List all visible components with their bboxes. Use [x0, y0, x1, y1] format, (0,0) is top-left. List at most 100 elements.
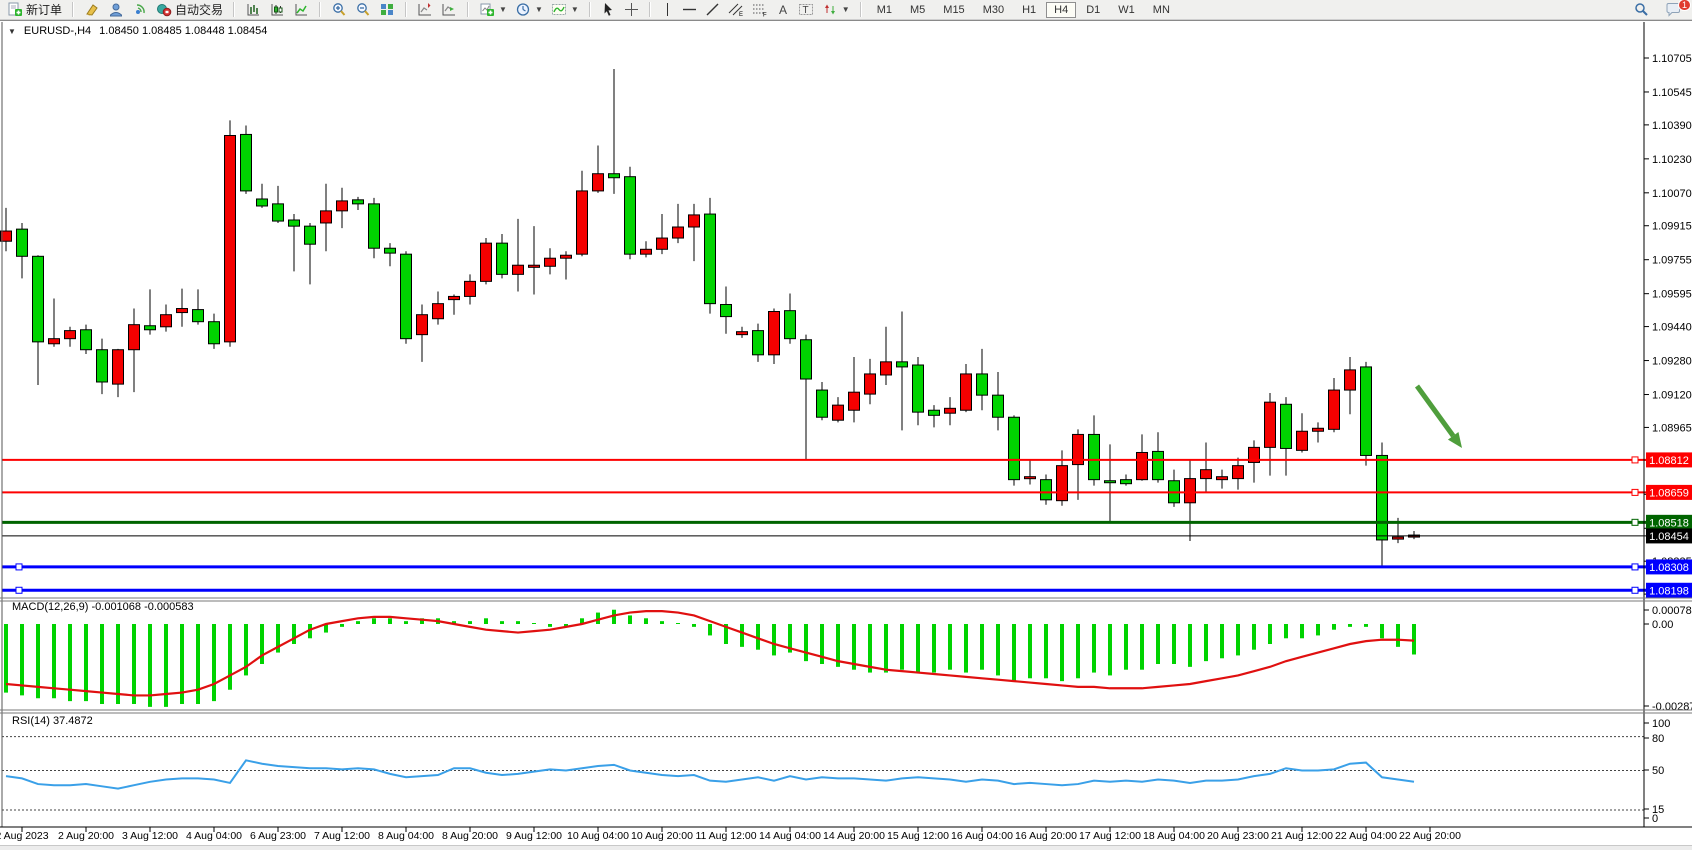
- time-axis-label: 10 Aug 20:00: [631, 830, 693, 842]
- chart-canvas: 1.107051.105451.103901.102301.100701.099…: [0, 0, 1692, 849]
- time-axis-label: 8 Aug 20:00: [442, 830, 498, 842]
- time-axis-label: 21 Aug 12:00: [1271, 830, 1333, 842]
- time-axis-label: 22 Aug 04:00: [1335, 830, 1397, 842]
- candle-body: [1217, 477, 1228, 480]
- candle-body: [1393, 537, 1404, 539]
- time-axis-label: 16 Aug 20:00: [1015, 830, 1077, 842]
- price-axis-label: 1.09120: [1652, 390, 1692, 402]
- candle-body: [1121, 480, 1132, 484]
- macd-axis-label: -0.002871: [1652, 701, 1692, 713]
- candle-body: [161, 315, 172, 327]
- rsi-axis-label: 80: [1652, 733, 1664, 745]
- candle-body: [81, 330, 92, 350]
- level-price-label: 1.08812: [1649, 455, 1689, 467]
- candle-body: [657, 238, 668, 249]
- candle-body: [1265, 402, 1276, 447]
- level-price-label: 1.08308: [1649, 562, 1689, 574]
- time-axis-label: 22 Aug 20:00: [1399, 830, 1461, 842]
- candle-body: [129, 325, 140, 350]
- candle-body: [545, 258, 556, 266]
- candle-body: [177, 309, 188, 313]
- price-axis-label: 1.09755: [1652, 255, 1692, 267]
- candle-body: [417, 315, 428, 335]
- price-axis-label: 1.09595: [1652, 289, 1692, 301]
- time-axis-label: 3 Aug 12:00: [122, 830, 178, 842]
- candle-body: [1297, 431, 1308, 450]
- candle-body: [433, 304, 444, 319]
- rsi-axis-label: 0: [1652, 813, 1658, 825]
- candle-body: [225, 135, 236, 341]
- mt4-window: 新订单: [0, 0, 1692, 849]
- time-axis-label: 15 Aug 12:00: [887, 830, 949, 842]
- candle-body: [369, 204, 380, 248]
- price-axis-label: 1.10705: [1652, 53, 1692, 65]
- price-axis-label: 1.08965: [1652, 422, 1692, 434]
- candle-body: [529, 265, 540, 267]
- candle-body: [1153, 451, 1164, 479]
- candle-body: [1185, 479, 1196, 503]
- candle-body: [289, 220, 300, 226]
- time-axis-label: 6 Aug 23:00: [250, 830, 306, 842]
- price-axis-label: 1.10230: [1652, 154, 1692, 166]
- candle-body: [1009, 417, 1020, 479]
- line-handle[interactable]: [1632, 489, 1638, 495]
- line-handle[interactable]: [16, 587, 22, 593]
- level-price-label: 1.08518: [1649, 517, 1689, 529]
- candle-body: [385, 248, 396, 253]
- candle-body: [737, 332, 748, 335]
- candle-body: [33, 256, 44, 342]
- rsi-axis-label: 50: [1652, 765, 1664, 777]
- candle-body: [257, 199, 268, 206]
- candle-body: [449, 296, 460, 299]
- candle-body: [705, 214, 716, 304]
- candle-body: [1377, 455, 1388, 540]
- candle-body: [97, 350, 108, 382]
- chart-dropdown-icon[interactable]: ▼: [8, 27, 16, 36]
- candle-body: [353, 200, 364, 204]
- line-handle[interactable]: [1632, 519, 1638, 525]
- candle-body: [1089, 434, 1100, 479]
- time-axis-label: 2 Aug 20:00: [58, 830, 114, 842]
- candle-body: [497, 243, 508, 274]
- candle-body: [977, 374, 988, 395]
- candle-body: [961, 374, 972, 410]
- macd-axis-label: 0.00078: [1652, 605, 1692, 617]
- candle-body: [1201, 470, 1212, 479]
- candle-body: [113, 350, 124, 384]
- candle-body: [801, 340, 812, 379]
- candle-body: [305, 226, 316, 244]
- line-handle[interactable]: [16, 564, 22, 570]
- price-axis-label: 1.09280: [1652, 356, 1692, 368]
- macd-axis-label: 0.00: [1652, 619, 1673, 631]
- candle-body: [1105, 481, 1116, 483]
- time-axis-label: 14 Aug 20:00: [823, 830, 885, 842]
- macd-indicator-label: MACD(12,26,9) -0.001068 -0.000583: [12, 601, 194, 613]
- time-axis-label: 9 Aug 12:00: [506, 830, 562, 842]
- line-handle[interactable]: [1632, 457, 1638, 463]
- line-handle[interactable]: [1632, 587, 1638, 593]
- candle-body: [673, 227, 684, 238]
- candle-body: [641, 249, 652, 254]
- level-price-label: 1.08198: [1649, 585, 1689, 597]
- candle-body: [689, 215, 700, 227]
- candle-body: [145, 326, 156, 330]
- price-axis-label: 1.09440: [1652, 322, 1692, 334]
- time-axis-label: 7 Aug 12:00: [314, 830, 370, 842]
- candle-body: [609, 174, 620, 178]
- price-axis-label: 1.09915: [1652, 221, 1692, 233]
- line-handle[interactable]: [1632, 564, 1638, 570]
- candle-body: [1233, 466, 1244, 479]
- candle-body: [401, 254, 412, 339]
- candle-body: [929, 410, 940, 415]
- time-axis-label: 8 Aug 04:00: [378, 830, 434, 842]
- time-axis-label: 11 Aug 12:00: [695, 830, 756, 842]
- candle-body: [1345, 370, 1356, 390]
- trend-arrow-line[interactable]: [1417, 386, 1453, 436]
- rsi-indicator-label: RSI(14) 37.4872: [12, 715, 93, 727]
- time-axis-label: 20 Aug 23:00: [1207, 830, 1269, 842]
- price-axis-label: 1.10545: [1652, 87, 1692, 99]
- candle-body: [273, 204, 284, 221]
- time-axis-label: 17 Aug 12:00: [1079, 830, 1141, 842]
- candle-body: [337, 201, 348, 211]
- candle-body: [721, 304, 732, 316]
